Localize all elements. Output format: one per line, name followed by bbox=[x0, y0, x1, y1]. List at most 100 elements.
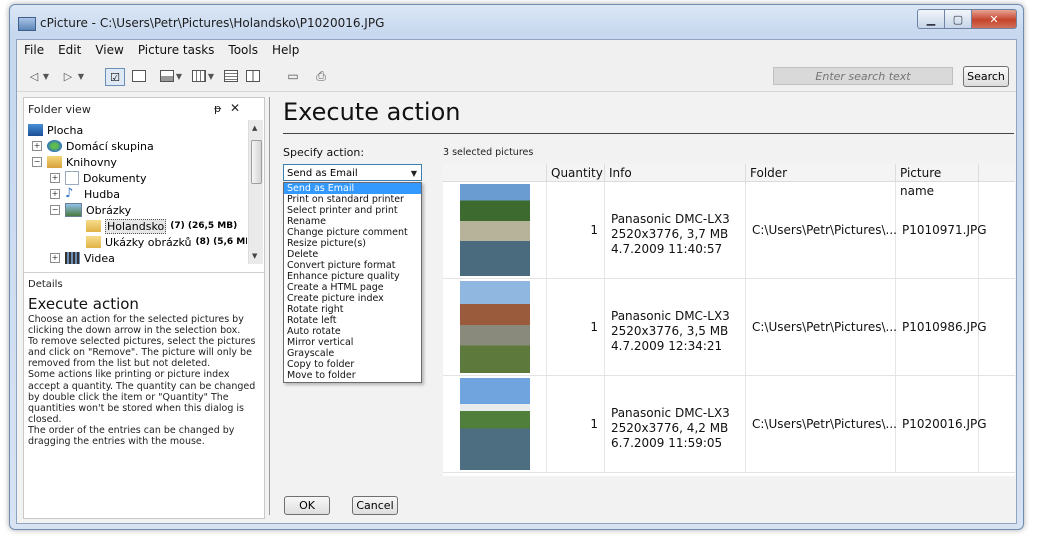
column-header-info[interactable]: Info bbox=[605, 164, 746, 182]
action-option[interactable]: Grayscale bbox=[284, 348, 421, 359]
info-camera: Panasonic DMC-LX3 bbox=[611, 212, 730, 226]
folder-cell: C:\Users\Petr\Pictures\... bbox=[746, 279, 897, 375]
folder-tree: Plocha + Domácí skupina − Knihovny + Dok… bbox=[24, 120, 247, 264]
folder-cell: C:\Users\Petr\Pictures\... bbox=[746, 182, 897, 278]
action-option[interactable]: Convert picture format bbox=[284, 260, 421, 271]
column-header-name[interactable]: Picture name bbox=[896, 164, 979, 198]
collapse-icon[interactable]: − bbox=[50, 205, 60, 215]
tree-item-pictures[interactable]: − Obrázky bbox=[50, 202, 131, 218]
scroll-down-icon[interactable]: ▼ bbox=[252, 252, 257, 260]
pin-icon[interactable]: ᵽ bbox=[214, 102, 221, 115]
back-dropdown-icon[interactable]: ▼ bbox=[42, 68, 50, 84]
action-option[interactable]: Change picture comment bbox=[284, 227, 421, 238]
action-option[interactable]: Copy to folder bbox=[284, 359, 421, 370]
collapse-icon[interactable]: − bbox=[32, 157, 42, 167]
picture-name-cell: P1010986.JPG bbox=[896, 279, 987, 375]
thumbnail-view-icon[interactable] bbox=[159, 68, 175, 84]
list-view-icon[interactable] bbox=[223, 68, 239, 84]
grid-view-icon[interactable] bbox=[191, 68, 207, 84]
action-option[interactable]: Create picture index bbox=[284, 293, 421, 304]
menu-file[interactable]: File bbox=[17, 43, 51, 57]
quantity-cell[interactable]: 1 bbox=[547, 182, 605, 278]
table-row[interactable]: 1 Panasonic DMC-LX3 2520x3776, 4,2 MB 6.… bbox=[443, 376, 1015, 473]
info-size: 2520x3776, 4,2 MB bbox=[611, 421, 729, 435]
search-button[interactable]: Search bbox=[963, 66, 1009, 87]
scroll-thumb[interactable] bbox=[251, 140, 262, 184]
action-option[interactable]: Move to folder bbox=[284, 370, 421, 381]
action-option[interactable]: Select printer and print bbox=[284, 205, 421, 216]
tree-item-holandsko[interactable]: Holandsko (7) (26,5 MB) bbox=[86, 218, 237, 234]
column-header-thumbnail[interactable] bbox=[443, 164, 547, 182]
scroll-up-icon[interactable]: ▲ bbox=[252, 124, 257, 132]
action-option[interactable]: Print on standard printer bbox=[284, 194, 421, 205]
forward-dropdown-icon[interactable]: ▼ bbox=[77, 68, 85, 84]
tree-item-music[interactable]: + ♪ Hudba bbox=[50, 186, 120, 202]
info-camera: Panasonic DMC-LX3 bbox=[611, 309, 730, 323]
info-size: 2520x3776, 3,5 MB bbox=[611, 324, 729, 338]
expand-icon[interactable]: + bbox=[50, 253, 60, 263]
library-icon bbox=[47, 156, 62, 168]
thumbnail-dropdown-icon[interactable]: ▼ bbox=[175, 68, 183, 84]
menu-tools[interactable]: Tools bbox=[221, 43, 265, 57]
action-option[interactable]: Create a HTML page bbox=[284, 282, 421, 293]
maximize-button[interactable]: ▢ bbox=[945, 9, 972, 29]
forward-icon[interactable]: ▷ bbox=[61, 68, 75, 84]
table-row[interactable]: 1 Panasonic DMC-LX3 2520x3776, 3,7 MB 4.… bbox=[443, 182, 1015, 279]
pane-close-icon[interactable]: ✕ bbox=[230, 101, 240, 115]
tree-item-desktop[interactable]: Plocha bbox=[28, 122, 83, 138]
expand-icon[interactable]: + bbox=[32, 141, 42, 151]
close-icon: ✕ bbox=[989, 12, 999, 26]
minimize-button[interactable]: ▁ bbox=[917, 9, 945, 29]
checkbox-view-icon[interactable]: ☑ bbox=[105, 68, 125, 86]
grid-dropdown-icon[interactable]: ▼ bbox=[207, 68, 215, 84]
pane-divider[interactable] bbox=[24, 272, 264, 273]
tree-item-label: Hudba bbox=[84, 187, 120, 201]
info-date: 4.7.2009 11:40:57 bbox=[611, 242, 723, 256]
info-date: 4.7.2009 12:34:21 bbox=[611, 339, 723, 353]
info-cell: Panasonic DMC-LX3 2520x3776, 4,2 MB 6.7.… bbox=[605, 376, 746, 472]
chevron-down-icon[interactable]: ▼ bbox=[411, 165, 417, 182]
menu-view[interactable]: View bbox=[88, 43, 130, 57]
action-option[interactable]: Rename bbox=[284, 216, 421, 227]
menu-help[interactable]: Help bbox=[265, 43, 306, 57]
tree-item-count: (8) (5,6 MB) bbox=[195, 237, 247, 247]
ok-button[interactable]: OK bbox=[284, 496, 330, 515]
monitor-icon[interactable]: ▭ bbox=[285, 68, 301, 84]
tree-item-homegroup[interactable]: + Domácí skupina bbox=[32, 138, 154, 154]
action-option[interactable]: Send as Email bbox=[284, 183, 421, 194]
tree-item-documents[interactable]: + Dokumenty bbox=[50, 170, 146, 186]
action-option[interactable]: Delete bbox=[284, 249, 421, 260]
tree-item-label: Plocha bbox=[47, 123, 84, 137]
column-header-folder[interactable]: Folder bbox=[746, 164, 896, 182]
expand-icon[interactable]: + bbox=[50, 189, 60, 199]
menu-picture-tasks[interactable]: Picture tasks bbox=[131, 43, 222, 57]
quantity-cell[interactable]: 1 bbox=[547, 376, 605, 472]
action-option[interactable]: Enhance picture quality bbox=[284, 271, 421, 282]
action-option[interactable]: Auto rotate bbox=[284, 326, 421, 337]
tree-item-libraries[interactable]: − Knihovny bbox=[32, 154, 117, 170]
split-view-icon[interactable] bbox=[245, 68, 261, 84]
action-option[interactable]: Rotate right bbox=[284, 304, 421, 315]
menu-edit[interactable]: Edit bbox=[51, 43, 88, 57]
tree-item-sample-pictures[interactable]: Ukázky obrázků (8) (5,6 MB) bbox=[86, 234, 247, 250]
print-icon[interactable]: ⎙ bbox=[313, 68, 329, 84]
back-icon[interactable]: ◁ bbox=[27, 68, 41, 84]
action-select[interactable]: Send as Email ▼ bbox=[283, 164, 422, 181]
tree-item-videos[interactable]: + Videa bbox=[50, 250, 115, 264]
action-option[interactable]: Mirror vertical bbox=[284, 337, 421, 348]
single-view-icon[interactable] bbox=[131, 68, 147, 84]
details-title: Execute action bbox=[28, 295, 139, 313]
close-button[interactable]: ✕ bbox=[972, 9, 1017, 29]
pictures-table: Quantity Info Folder Picture name 1 Pana… bbox=[443, 164, 1015, 476]
quantity-cell[interactable]: 1 bbox=[547, 279, 605, 375]
search-input[interactable] bbox=[773, 67, 953, 85]
splitter[interactable] bbox=[269, 97, 270, 515]
action-option[interactable]: Rotate left bbox=[284, 315, 421, 326]
tree-scrollbar[interactable]: ▲ ▼ bbox=[248, 120, 263, 264]
menu-bar: File Edit View Picture tasks Tools Help bbox=[17, 40, 1016, 60]
cancel-button[interactable]: Cancel bbox=[352, 496, 398, 515]
table-row[interactable]: 1 Panasonic DMC-LX3 2520x3776, 3,5 MB 4.… bbox=[443, 279, 1015, 376]
column-header-quantity[interactable]: Quantity bbox=[547, 164, 605, 182]
action-option[interactable]: Resize picture(s) bbox=[284, 238, 421, 249]
expand-icon[interactable]: + bbox=[50, 173, 60, 183]
